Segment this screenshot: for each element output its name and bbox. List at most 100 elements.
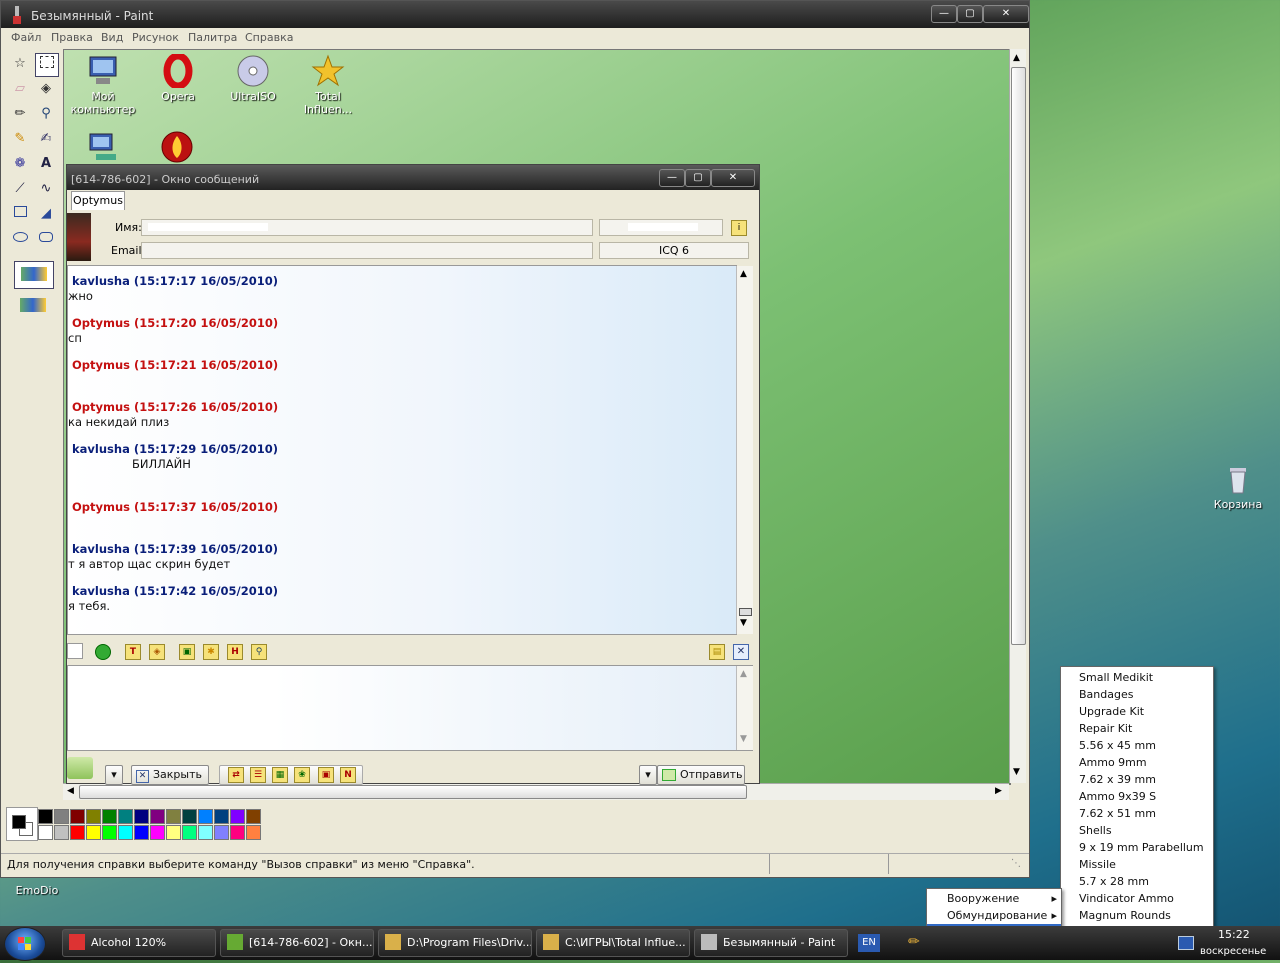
taskbar-button[interactable]: Alcohol 120%	[62, 929, 216, 957]
close-panel-icon[interactable]: ✕	[733, 644, 749, 660]
taskbar-button[interactable]: Безымянный - Paint	[694, 929, 848, 957]
transparency-transparent-option[interactable]	[14, 293, 52, 319]
notes-icon[interactable]: N	[340, 767, 356, 783]
text-tool[interactable]: A	[35, 153, 57, 175]
rectangle-tool[interactable]	[9, 203, 31, 225]
submenu-item[interactable]: Missile	[1061, 856, 1213, 873]
close-dropdown-button[interactable]: ▾	[105, 765, 123, 785]
scrollbar-thumb[interactable]	[739, 608, 752, 616]
note-icon[interactable]: ▤	[709, 644, 725, 660]
rounded-rect-tool[interactable]	[35, 228, 57, 250]
horizontal-scrollbar[interactable]: ◀ ▶	[63, 783, 1009, 800]
menu-item[interactable]: Обмундирование ▸	[927, 907, 1061, 924]
desktop-icon-my-computer[interactable]: Мой компьютер	[68, 54, 138, 116]
palette-color-top-13[interactable]	[246, 809, 261, 824]
palette-color-top-12[interactable]	[230, 809, 245, 824]
menu-edit[interactable]: Правка	[51, 31, 93, 44]
palette-color-top-6[interactable]	[134, 809, 149, 824]
taskbar-button[interactable]: D:\Program Files\Driv...	[378, 929, 532, 957]
palette-color-top-2[interactable]	[70, 809, 85, 824]
taskbar-button[interactable]: C:\ИГРЫ\Total Influe...	[536, 929, 690, 957]
palette-color-top-0[interactable]	[38, 809, 53, 824]
magnifier-tool[interactable]: ⚲	[35, 103, 57, 125]
palette-color-bottom-11[interactable]	[214, 825, 229, 840]
contact-tab[interactable]: Optymus	[71, 191, 125, 210]
maximize-button[interactable]: ▢	[957, 5, 983, 23]
submenu-item[interactable]: Bandages	[1061, 686, 1213, 703]
submenu-item[interactable]: 7.62 x 39 mm	[1061, 771, 1213, 788]
scroll-up-arrow[interactable]: ▲	[740, 269, 747, 279]
save-icon[interactable]: ▣	[179, 644, 195, 660]
clock-time[interactable]: 15:22	[1218, 928, 1250, 941]
chat-scrollbar[interactable]: ▲ ▼	[736, 266, 753, 634]
desktop-icon-opera[interactable]: Opera	[143, 52, 213, 103]
palette-color-bottom-10[interactable]	[198, 825, 213, 840]
menu-view[interactable]: Вид	[101, 31, 123, 44]
sparkle-icon[interactable]: ✱	[203, 644, 219, 660]
resize-grip-icon[interactable]: ⋱	[1011, 858, 1021, 869]
icq-title-bar[interactable]: [614-786-602] - Окно сообщений — ▢ ✕	[67, 165, 759, 190]
menu-item[interactable]: Вооружение ▸	[927, 890, 1061, 907]
palette-color-bottom-3[interactable]	[86, 825, 101, 840]
contact-info-icon[interactable]: i	[731, 220, 747, 236]
palette-color-top-4[interactable]	[102, 809, 117, 824]
desktop-icon-recycle-bin[interactable]: Корзина	[1203, 462, 1273, 511]
scroll-left-arrow[interactable]: ◀	[67, 786, 74, 796]
fire-icon[interactable]	[160, 130, 194, 164]
start-button[interactable]	[4, 927, 46, 961]
send-dropdown-button[interactable]: ▾	[639, 765, 657, 785]
pen-icon[interactable]: ✏	[908, 934, 920, 950]
desktop-icon-emodio[interactable]: EmoDio	[2, 884, 72, 897]
rect-select-tool[interactable]	[35, 53, 59, 77]
taskbar-button[interactable]: [614-786-602] - Окн...	[220, 929, 374, 957]
minimize-button[interactable]: —	[931, 5, 957, 23]
minimize-button[interactable]: —	[659, 169, 685, 187]
submenu-item[interactable]: Ammo 9mm	[1061, 754, 1213, 771]
vertical-scrollbar[interactable]: ▲ ▼	[1009, 49, 1026, 783]
language-indicator[interactable]: EN	[858, 934, 880, 952]
menu-palette[interactable]: Палитра	[188, 31, 237, 44]
palette-color-top-10[interactable]	[198, 809, 213, 824]
scroll-up-arrow[interactable]: ▲	[1013, 53, 1020, 63]
scrollbar-thumb[interactable]	[1011, 67, 1026, 645]
font-icon[interactable]: T	[125, 644, 141, 660]
palette-color-bottom-0[interactable]	[38, 825, 53, 840]
maximize-button[interactable]: ▢	[685, 169, 711, 187]
network-tray-icon[interactable]	[1178, 936, 1194, 950]
font-size-box[interactable]	[67, 643, 83, 659]
plugin-icon[interactable]: ❀	[294, 767, 310, 783]
chat-history[interactable]: kavlusha (15:17:17 16/05/2010) жно Optymus…	[67, 265, 753, 635]
message-input[interactable]: ▲ ▼	[67, 665, 753, 751]
scroll-down-arrow[interactable]: ▼	[1013, 767, 1020, 777]
transfer-file-icon[interactable]: ⇄	[228, 767, 244, 783]
submenu-item[interactable]: Repair Kit	[1061, 720, 1213, 737]
palette-color-bottom-13[interactable]	[246, 825, 261, 840]
color-icon[interactable]: ◈	[149, 644, 165, 660]
ellipse-tool[interactable]	[9, 228, 31, 250]
submenu-item[interactable]: 9 x 19 mm Parabellum	[1061, 839, 1213, 856]
brush-tool[interactable]: ✍	[35, 128, 57, 150]
submenu-item[interactable]: 5.7 x 28 mm	[1061, 873, 1213, 890]
search-icon[interactable]: ⚲	[251, 644, 267, 660]
palette-color-bottom-2[interactable]	[70, 825, 85, 840]
palette-color-bottom-7[interactable]	[150, 825, 165, 840]
submenu-item[interactable]: Magnum Rounds	[1061, 907, 1213, 924]
submenu-item[interactable]: Ammo 9x39 S	[1061, 788, 1213, 805]
palette-color-top-9[interactable]	[182, 809, 197, 824]
eraser-tool[interactable]: ▱	[9, 78, 31, 100]
input-scrollbar[interactable]: ▲ ▼	[736, 666, 753, 750]
line-tool[interactable]: ⟋	[9, 178, 31, 200]
smile-icon[interactable]	[95, 644, 111, 660]
palette-color-bottom-5[interactable]	[118, 825, 133, 840]
palette-color-bottom-8[interactable]	[166, 825, 181, 840]
paint-title-bar[interactable]: Безымянный - Paint — ▢ ✕	[1, 1, 1029, 28]
picture-icon[interactable]: ▣	[318, 767, 334, 783]
close-button[interactable]: ✕	[711, 169, 755, 187]
scroll-down-arrow[interactable]: ▼	[740, 618, 747, 628]
palette-color-top-3[interactable]	[86, 809, 101, 824]
submenu-item[interactable]: Upgrade Kit	[1061, 703, 1213, 720]
scrollbar-thumb[interactable]	[79, 785, 747, 799]
palette-color-bottom-12[interactable]	[230, 825, 245, 840]
transparency-opaque-option[interactable]	[14, 261, 54, 289]
color-picker-tool[interactable]: ✏	[9, 103, 31, 125]
